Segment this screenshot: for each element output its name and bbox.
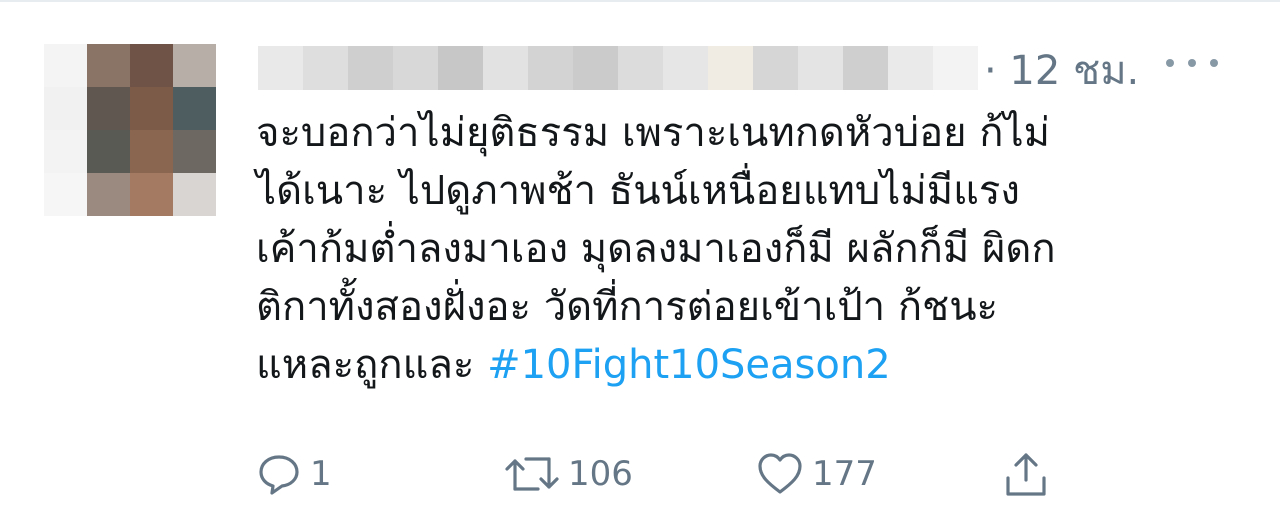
like-count: 177 — [812, 454, 877, 494]
heart-icon — [758, 453, 802, 494]
retweet-count: 106 — [568, 454, 633, 494]
tweet-text-line: จะบอกว่าไม่ยุติธรรม เพราะเนทกดหัวบ่อย ก้… — [256, 110, 1050, 156]
tweet-card: · 12 ชม. จะบอกว่าไม่ยุติธรรม เพราะเนทกดห… — [0, 0, 1280, 525]
tweet-timestamp[interactable]: · 12 ชม. — [984, 38, 1139, 102]
top-divider — [0, 0, 1280, 2]
retweet-icon — [505, 457, 559, 491]
avatar[interactable] — [44, 44, 216, 216]
like-button[interactable]: 177 — [756, 448, 877, 500]
more-horizontal-icon[interactable] — [1166, 48, 1218, 78]
reply-button[interactable]: 1 — [256, 448, 332, 500]
tweet-actions: 1 106 177 — [256, 448, 1076, 500]
reply-count: 1 — [310, 454, 332, 494]
share-icon — [1006, 453, 1046, 496]
more-dot — [1188, 59, 1196, 67]
tweet-text-line: ได้เนาะ ไปดูภาพช้า ธันน์เหนื่อยแทบไม่มีแ… — [256, 168, 1020, 214]
tweet-text-line: แหละถูกและ #10Fight10Season2 — [256, 336, 1256, 394]
more-dot — [1210, 59, 1218, 67]
author-name-redacted[interactable] — [258, 46, 978, 90]
share-button[interactable] — [1002, 448, 1050, 500]
tweet-text-line: ติกาทั้งสองฝั่งอะ วัดที่การต่อยเข้าเป้า … — [256, 284, 999, 330]
tweet-text-line: เค้าก้มต่ำลงมาเอง มุดลงมาเองก็มี ผลักก็ม… — [256, 226, 1056, 272]
tweet-text-fragment: แหละถูกและ — [256, 342, 488, 388]
retweet-button[interactable]: 106 — [504, 448, 633, 500]
reply-icon — [259, 455, 299, 495]
tweet-text: จะบอกว่าไม่ยุติธรรม เพราะเนทกดหัวบ่อย ก้… — [256, 104, 1256, 394]
more-dot — [1166, 59, 1174, 67]
hashtag-link[interactable]: #10Fight10Season2 — [487, 342, 891, 388]
